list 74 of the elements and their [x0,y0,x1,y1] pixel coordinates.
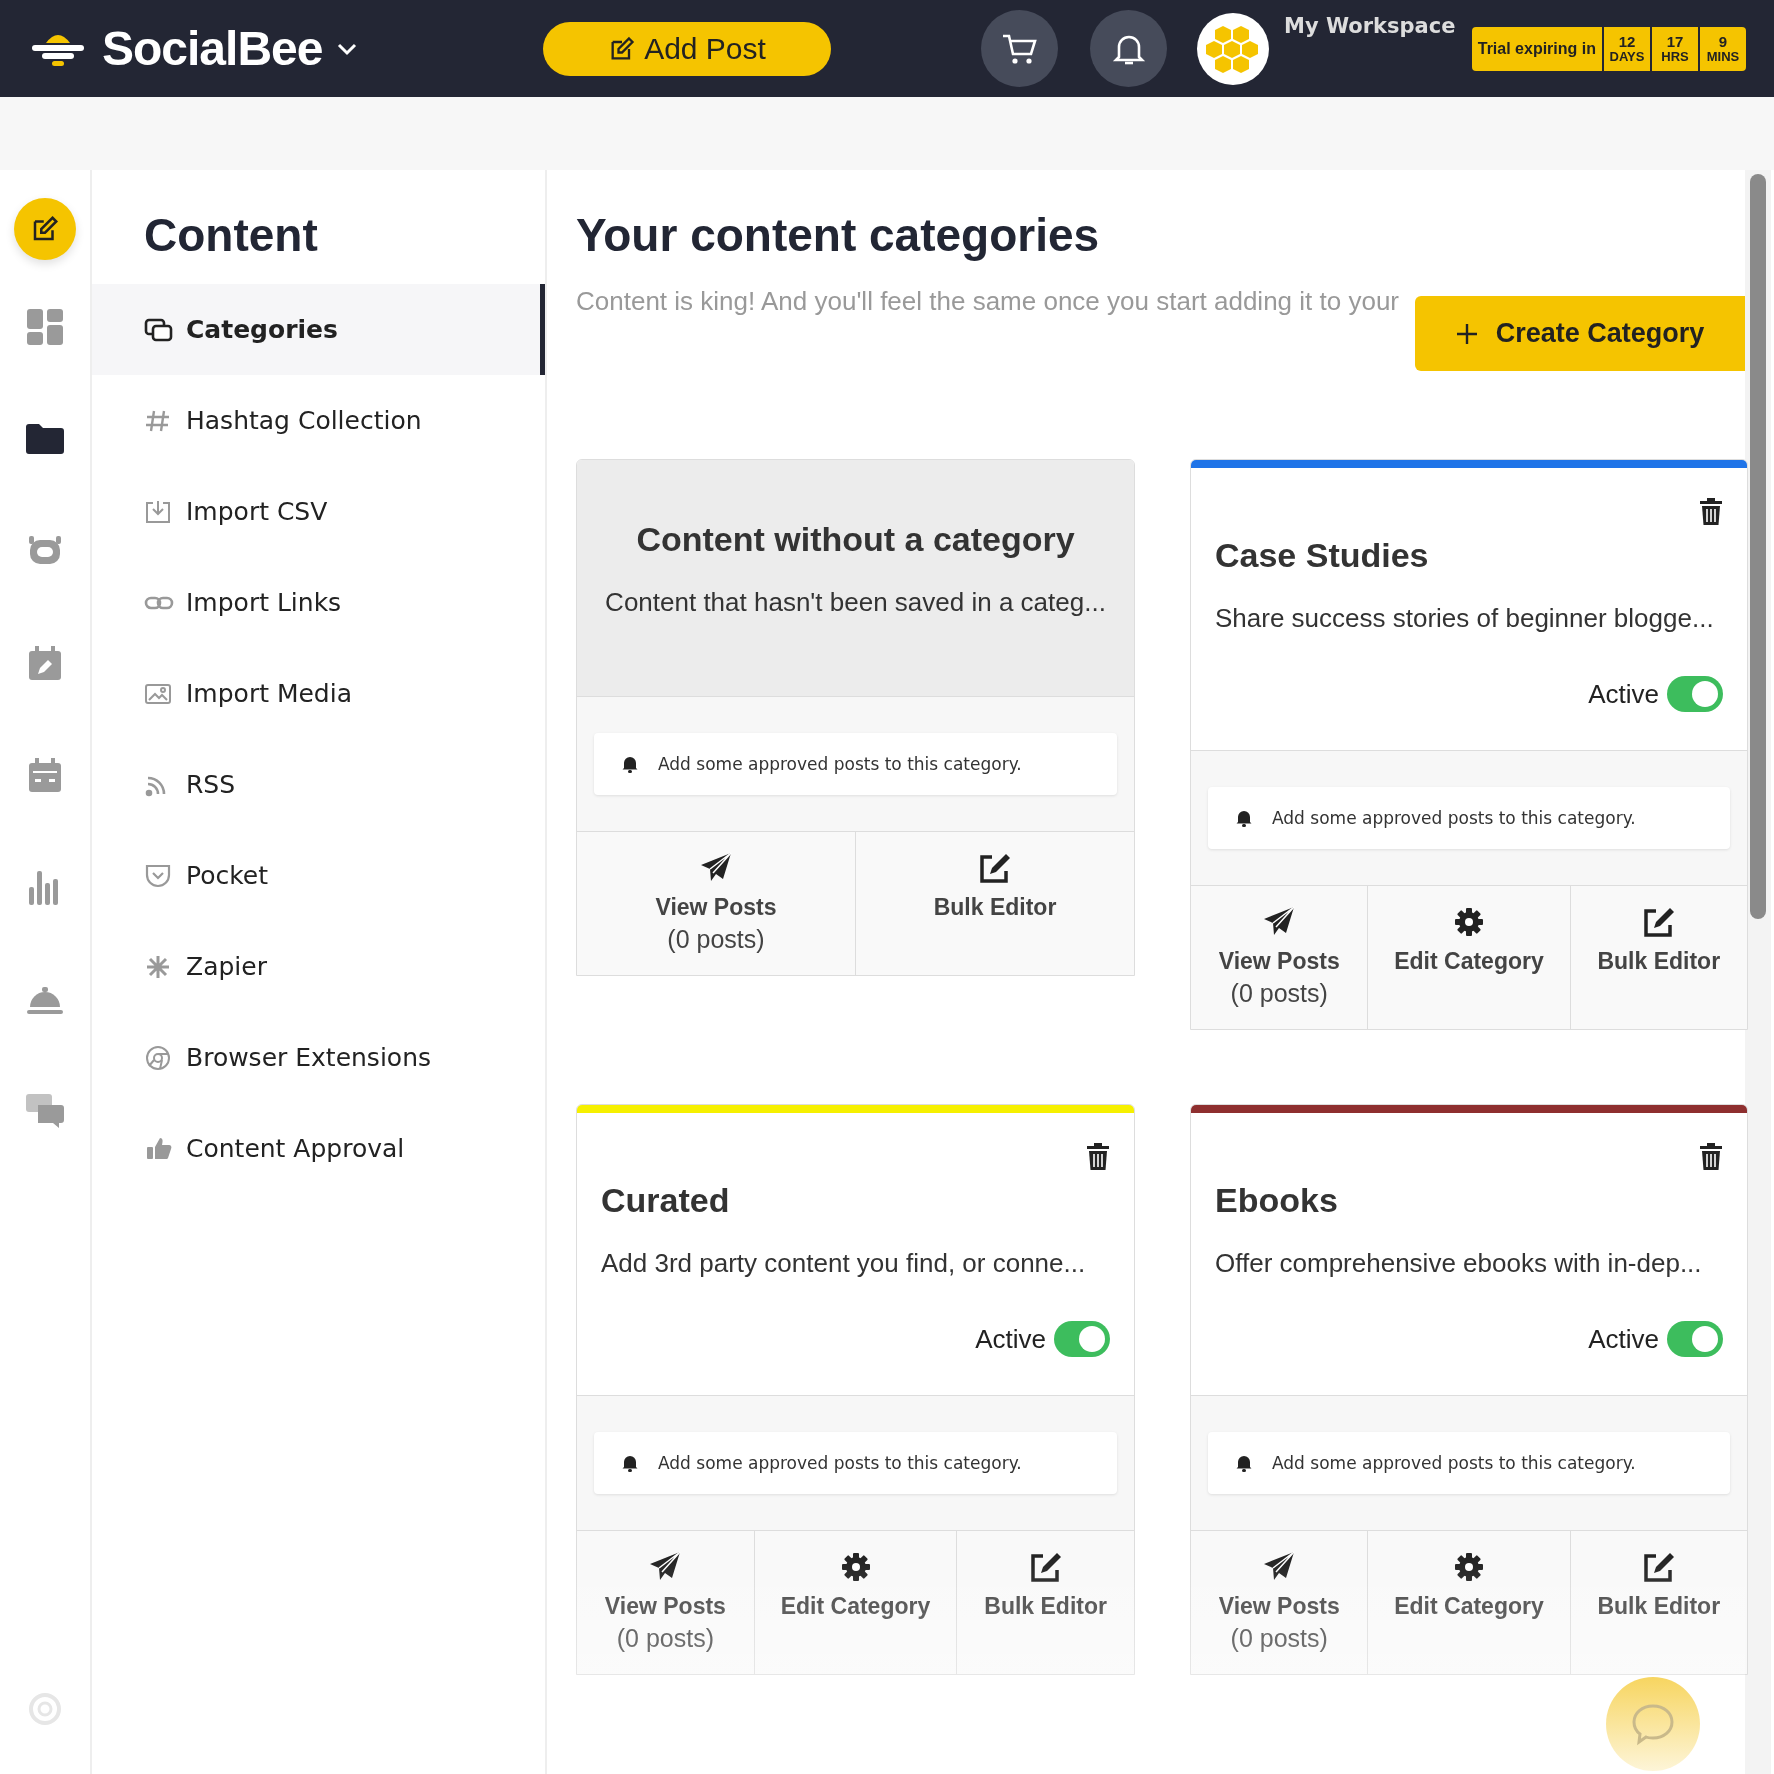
page-title: Your content categories [576,208,1101,262]
plus-icon [1455,322,1478,345]
bell-icon [622,1454,638,1472]
category-title: Case Studies [1215,536,1430,575]
chevron-down-icon[interactable] [336,41,359,56]
scrollbar-thumb[interactable] [1750,174,1766,919]
sidebar-item[interactable]: Import CSV [92,466,545,557]
status-label: Active [975,1323,1046,1355]
edit-icon [1028,1551,1063,1583]
bulk-editor-button[interactable]: Bulk Editor [1569,886,1747,1029]
brand-name: SocialBee [102,21,323,76]
gear-icon [1452,1551,1486,1583]
sidebar-item[interactable]: Content Approval [92,1103,545,1194]
countdown-unit: 17 HRS [1650,26,1698,71]
sidebar-item[interactable]: RSS [92,739,545,830]
category-description: Content that hasn't been saved in a categ... [604,587,1107,618]
edit-icon [978,852,1012,884]
view-posts-button[interactable]: View Posts (0 posts) [1191,1531,1368,1674]
sidebar-item[interactable]: Categories [92,284,545,375]
honeycomb-icon [1206,23,1260,74]
thumbs-up-icon [144,1135,174,1162]
view-posts-button[interactable]: View Posts (0 posts) [1191,886,1368,1029]
category-title: Content without a category [635,520,1076,559]
active-toggle[interactable] [1054,1321,1110,1357]
trial-label: Trial expiring in [1476,38,1597,59]
stacked-squares-icon [144,316,174,343]
dashboard-icon[interactable] [25,309,65,345]
active-toggle[interactable] [1667,1321,1723,1357]
active-toggle[interactable] [1667,676,1723,712]
bulk-editor-button[interactable]: Bulk Editor [1569,1531,1747,1674]
trash-icon[interactable] [1699,1143,1723,1171]
bell-icon [1236,809,1252,827]
notice-message: Add some approved posts to this category. [594,733,1117,795]
edit-category-button[interactable]: Edit Category [1367,886,1570,1029]
edit-icon [1641,906,1676,938]
category-description: Share success stories of beginner blogge... [1215,603,1715,634]
bulk-editor-button[interactable]: Bulk Editor [956,1531,1134,1674]
status-label: Active [1588,678,1659,710]
bulk-editor-button[interactable]: Bulk Editor [855,832,1134,975]
sidebar-item[interactable]: Zapier [92,921,545,1012]
sidebar-item[interactable]: Hashtag Collection [92,375,545,466]
category-title: Curated [601,1181,731,1220]
countdown-unit: 12 DAYS [1602,26,1650,71]
bell-icon [1236,1454,1252,1472]
compose-button[interactable] [14,198,76,260]
sidebar-item[interactable]: Import Media [92,648,545,739]
chat-bubbles-icon[interactable] [25,1093,65,1129]
notice-message: Add some approved posts to this category. [594,1432,1117,1494]
sidebar-item[interactable]: Import Links [92,557,545,648]
sidebar-item[interactable]: Pocket [92,830,545,921]
edit-category-button[interactable]: Edit Category [753,1531,957,1674]
page-subtitle: Content is king! And you'll feel the same once you start adding it to your [576,286,1399,317]
category-title: Ebooks [1215,1181,1339,1220]
create-category-button[interactable]: Create Category [1415,296,1745,371]
bell-icon [622,755,638,773]
folder-icon[interactable] [25,421,65,457]
trash-icon[interactable] [1086,1143,1110,1171]
view-posts-button[interactable]: View Posts (0 posts) [577,832,855,975]
countdown-unit: 9 MINS [1698,26,1746,71]
category-description: Add 3rd party content you find, or conne... [601,1248,1087,1279]
edit-icon [1641,1551,1676,1583]
sidebar-title: Content [144,208,319,262]
view-posts-button[interactable]: View Posts (0 posts) [577,1531,754,1674]
sidebar-item[interactable]: Browser Extensions [92,1012,545,1103]
notice-message: Add some approved posts to this category. [1208,1432,1730,1494]
notice-message: Add some approved posts to this category. [1208,787,1730,849]
trash-icon[interactable] [1699,498,1723,526]
gear-icon [1452,906,1486,938]
edit-category-button[interactable]: Edit Category [1367,1531,1570,1674]
workspace-name[interactable]: My Workspace [1284,14,1454,38]
add-post-button[interactable]: Add Post [543,21,831,76]
speech-bubble-icon [1630,1702,1676,1746]
category-description: Offer comprehensive ebooks with in-dep... [1215,1248,1703,1279]
status-label: Active [1588,1323,1659,1355]
